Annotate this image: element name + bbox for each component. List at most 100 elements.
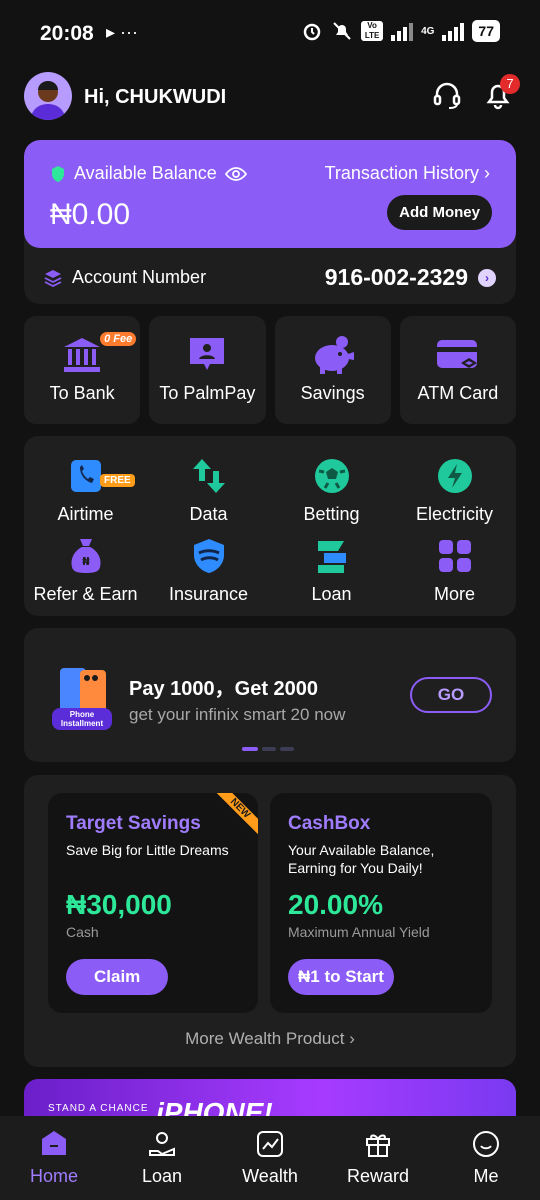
balance-label: Available Balance (74, 163, 217, 183)
card-sub: Maximum Annual Yield (288, 924, 430, 940)
transaction-history-label: Transaction History (324, 163, 479, 183)
nav-reward[interactable]: Reward (324, 1116, 432, 1200)
start-button[interactable]: ₦1 to Start (288, 959, 394, 995)
card-desc: Your Available Balance, Earning for You … (288, 842, 435, 876)
card-value: 20.00% (288, 889, 383, 920)
service-data[interactable]: Data (147, 456, 270, 525)
status-icons: Vo LTE 4G 77 (301, 20, 500, 42)
account-number-row[interactable]: Account Number 916-002-2329 › (44, 264, 496, 291)
cast-icon: ▸ ··· (106, 22, 139, 42)
card-title: Target Savings (66, 813, 201, 834)
headset-icon[interactable] (432, 80, 462, 110)
nav-loan[interactable]: Loan (108, 1116, 216, 1200)
notification-button[interactable]: 7 (484, 74, 520, 110)
avatar-illustration (30, 81, 66, 120)
service-refer-earn[interactable]: ₦ Refer & Earn (24, 536, 147, 605)
volte-icon: Vo LTE (361, 21, 384, 41)
service-electricity[interactable]: Electricity (393, 456, 516, 525)
service-airtime[interactable]: FREE Airtime (24, 456, 147, 525)
promo-subtitle: get your infinix smart 20 now (129, 705, 346, 724)
to-palmpay-tile[interactable]: To PalmPay (149, 316, 266, 424)
card-value: ₦30,000 (66, 889, 172, 920)
bottom-nav: Home Loan Wealth Reward Me (0, 1116, 540, 1200)
service-loan[interactable]: Loan (270, 536, 393, 605)
promo-banner[interactable]: Phone Installment Pay 1000，Get 2000 get … (24, 628, 516, 762)
nav-home[interactable]: Home (0, 1116, 108, 1200)
header: Hi, CHUKWUDI 7 (24, 72, 520, 124)
layers-icon (44, 269, 62, 287)
transaction-history-link[interactable]: Transaction History › (325, 163, 490, 184)
promo-title: Pay 1000，Get 2000 (129, 678, 319, 700)
nav-label: Me (473, 1166, 499, 1186)
tile-label: Savings (300, 383, 365, 403)
tile-label: ATM Card (417, 383, 499, 403)
status-bar: 20:08 ▸ ··· Vo LTE 4G 77 (0, 0, 540, 68)
loan-hand-icon (149, 1132, 175, 1156)
promo-go-button[interactable]: GO (410, 677, 492, 713)
grid-icon (438, 540, 471, 572)
money-bag-icon: ₦ (70, 539, 101, 573)
card-sub: Cash (66, 924, 99, 940)
service-more[interactable]: More (393, 536, 516, 605)
atm-card-tile[interactable]: ATM Card (399, 316, 516, 424)
banner-small-text: STAND A CHANCE (48, 1103, 149, 1114)
phone-installment-tag: Phone Installment (52, 708, 112, 730)
avatar[interactable] (24, 72, 72, 120)
more-wealth-label: More Wealth Product (185, 1029, 345, 1048)
battery-icon: 77 (472, 20, 500, 42)
service-label: Loan (311, 584, 352, 604)
home-icon (42, 1131, 66, 1155)
target-savings-card[interactable]: NEW Target Savings Save Big for Little D… (48, 793, 258, 1013)
zero-fee-tag: 0 Fee (100, 332, 137, 346)
new-ribbon: NEW (207, 793, 258, 841)
service-label: Data (189, 504, 228, 524)
piggy-bank-icon (314, 336, 354, 374)
chevron-circle-icon: › (478, 268, 496, 287)
svg-text:₦: ₦ (82, 555, 90, 568)
account-number-value: 916-002-2329 (324, 264, 468, 290)
chevron-right-icon: › (349, 1029, 355, 1048)
tile-label: To PalmPay (159, 383, 256, 403)
status-time: 20:08 (40, 22, 94, 45)
chevron-right-icon: › (484, 163, 490, 183)
greeting-text: Hi, CHUKWUDI (84, 86, 227, 108)
free-tag: FREE (100, 474, 135, 487)
chart-icon (257, 1131, 283, 1157)
card-icon (436, 340, 477, 368)
nav-wealth[interactable]: Wealth (216, 1116, 324, 1200)
balance-top: Available Balance ₦0.00 Transaction Hist… (24, 140, 516, 248)
balance-card: Available Balance ₦0.00 Transaction Hist… (24, 140, 516, 304)
nav-label: Loan (141, 1166, 183, 1186)
claim-button[interactable]: Claim (66, 959, 169, 995)
service-betting[interactable]: Betting (270, 456, 393, 525)
cashbox-card[interactable]: CashBox Your Available Balance, Earning … (270, 793, 492, 1013)
lightning-icon (437, 459, 472, 493)
tile-label: To Bank (49, 383, 115, 403)
shield-icon (52, 165, 64, 182)
add-money-button[interactable]: Add Money (387, 195, 492, 230)
gift-icon (366, 1134, 390, 1157)
nav-me[interactable]: Me (432, 1116, 540, 1200)
quick-actions: 0 Fee To Bank To PalmPay Savings ATM Car… (24, 316, 516, 424)
card-title: CashBox (288, 813, 371, 834)
service-label: Airtime (57, 504, 114, 524)
service-insurance[interactable]: Insurance (147, 536, 270, 605)
notification-badge: 7 (500, 74, 520, 94)
smiley-icon (473, 1131, 499, 1157)
data-arrows-icon (192, 459, 225, 493)
phone-icon (70, 460, 101, 492)
insurance-shield-icon (193, 539, 224, 573)
alarm-icon (303, 23, 321, 41)
more-wealth-link[interactable]: More Wealth Product › (24, 1029, 516, 1049)
service-label: Insurance (168, 584, 249, 604)
loan-icon (317, 541, 346, 573)
wealth-section: NEW Target Savings Save Big for Little D… (24, 775, 516, 1067)
eye-icon[interactable] (224, 166, 247, 182)
network-type: 4G (421, 25, 435, 37)
service-label: Electricity (415, 504, 493, 524)
to-bank-tile[interactable]: 0 Fee To Bank (24, 316, 141, 424)
savings-tile[interactable]: Savings (274, 316, 391, 424)
card-desc: Save Big for Little Dreams (66, 842, 229, 858)
iphone-banner[interactable]: STAND A CHANCE iPHONE! (24, 1079, 516, 1119)
nav-label: Home (29, 1166, 78, 1186)
